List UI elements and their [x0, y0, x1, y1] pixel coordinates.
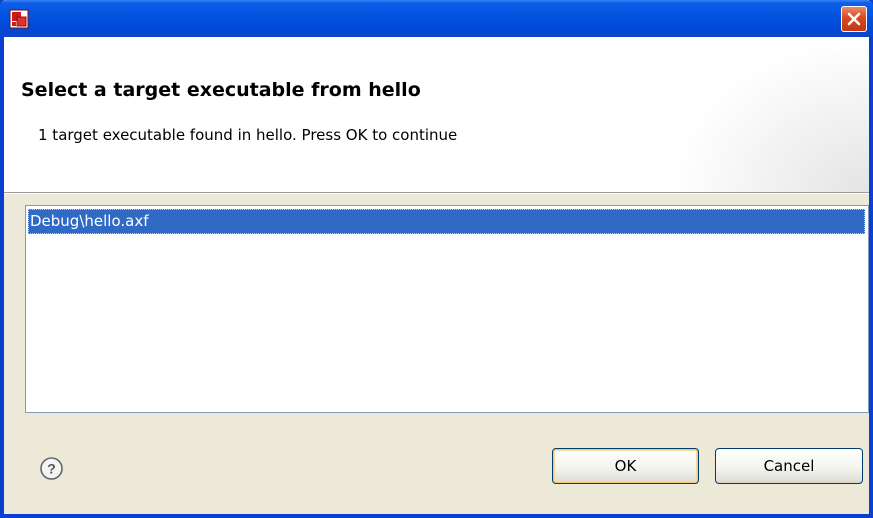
dialog-header: Select a target executable from hello 1 … [4, 37, 869, 193]
dialog-title: Select a target executable from hello [21, 79, 421, 101]
svg-text:?: ? [47, 461, 56, 477]
header-decoration [669, 37, 869, 192]
ok-button[interactable]: OK [552, 448, 699, 484]
list-item[interactable]: Debug\hello.axf [28, 209, 865, 234]
dialog-window: Select a target executable from hello 1 … [0, 0, 873, 518]
close-button[interactable] [841, 6, 867, 32]
title-bar[interactable] [0, 0, 873, 37]
help-icon[interactable]: ? [39, 456, 64, 481]
header-separator [4, 193, 869, 194]
close-icon [847, 12, 861, 26]
application-icon [9, 9, 29, 29]
dialog-message: 1 target executable found in hello. Pres… [38, 126, 458, 144]
cancel-button[interactable]: Cancel [715, 448, 863, 484]
executable-list[interactable]: Debug\hello.axf [25, 205, 869, 413]
